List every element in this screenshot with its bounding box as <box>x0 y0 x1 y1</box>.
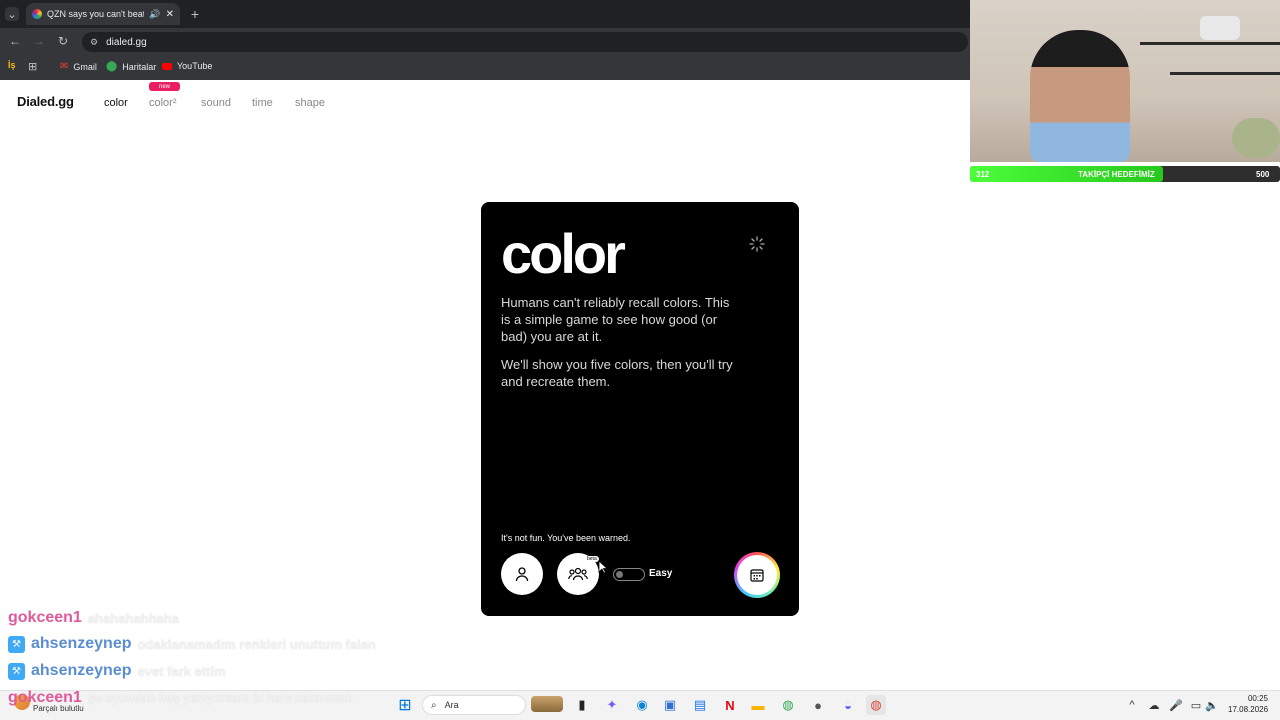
site-info-icon[interactable]: ⚙ <box>90 37 98 48</box>
nav-color-squared[interactable]: color² <box>149 97 177 109</box>
youtube-icon <box>162 62 172 70</box>
nav-color[interactable]: color <box>104 97 128 109</box>
follower-goal-label: TAKİPÇİ HEDEFİMİZ <box>1078 170 1155 179</box>
follower-goal-target: 500 <box>1256 170 1270 179</box>
chat-message: gokceen1 şu oyundan hoş yeniyorsam bi ke… <box>8 686 353 710</box>
start-menu-icon[interactable]: ⊞ <box>395 695 415 715</box>
follower-goal-bar: 312 TAKİPÇİ HEDEFİMİZ 500 <box>970 166 1280 182</box>
nav-sound[interactable]: sound <box>201 97 231 109</box>
netflix-icon[interactable]: N <box>720 695 740 715</box>
volume-icon[interactable]: 🔈 <box>1202 695 1222 715</box>
search-highlight-icon[interactable] <box>531 696 563 712</box>
bookmark-maps[interactable]: ⬤ Haritalar <box>106 61 156 72</box>
plush-toy <box>1232 118 1280 158</box>
speaker-icon[interactable]: 🔊 <box>149 9 160 20</box>
bookmark-label: Gmail <box>73 61 97 72</box>
calendar-icon <box>750 569 764 582</box>
store-icon[interactable]: ▣ <box>660 695 680 715</box>
browser-tab[interactable]: QZN says you can't beat 4 🔊 ✕ <box>26 3 180 25</box>
obs-icon[interactable]: ● <box>808 695 828 715</box>
reload-icon[interactable]: ↻ <box>56 34 70 48</box>
bookmark-youtube[interactable]: YouTube <box>162 61 212 71</box>
clock-date[interactable]: 17.08.2026 <box>1228 705 1268 714</box>
new-badge: new <box>149 82 180 91</box>
instructions-paragraph: We'll show you five colors, then you'll … <box>501 357 733 389</box>
microphone-icon[interactable]: 🎤 <box>1166 695 1186 715</box>
workspace-label[interactable]: İş <box>8 60 16 70</box>
chrome-profile-icon[interactable]: ◍ <box>778 695 798 715</box>
gmail-icon: ✉ <box>60 61 69 72</box>
person-icon <box>515 567 529 582</box>
chrome-icon[interactable]: ◍ <box>866 695 886 715</box>
warning-text: It's not fun. You've been warned. <box>501 533 631 543</box>
solo-play-button[interactable] <box>501 553 543 595</box>
edge-icon[interactable]: ◉ <box>632 695 652 715</box>
follower-current: 312 <box>976 170 990 179</box>
bookmark-label: Haritalar <box>122 61 157 72</box>
url-text: dialed.gg <box>106 36 147 48</box>
search-placeholder: Ara <box>444 700 459 710</box>
mouse-cursor-icon <box>598 560 609 574</box>
chat-message: ⚒ ahsenzeynep odaklanamadım renkleri unu… <box>8 632 376 656</box>
apps-grid-icon[interactable]: ⊞ <box>28 60 37 73</box>
tab-title: QZN says you can't beat 4 <box>47 9 145 19</box>
chat-text: odaklanamadım renkleri unuttum falan <box>137 636 376 652</box>
game-card: color Humans can't reliably recall color… <box>481 202 799 616</box>
tray-overflow-icon[interactable]: ^ <box>1122 695 1142 715</box>
difficulty-label: Easy <box>649 568 673 579</box>
game-title: color <box>501 222 626 285</box>
copilot-icon[interactable]: ✦ <box>602 695 622 715</box>
task-view-icon[interactable]: ▮ <box>572 695 592 715</box>
back-icon[interactable]: ← <box>8 34 22 48</box>
nav-time[interactable]: time <box>252 97 273 109</box>
chat-text: ahahahahhaha <box>87 610 179 626</box>
intro-paragraph: Humans can't reliably recall colors. Thi… <box>501 295 730 344</box>
streamer-figure <box>1030 30 1130 162</box>
tab-search-icon[interactable]: ⌄ <box>5 7 19 21</box>
discord-icon[interactable]: ◒ <box>838 695 858 715</box>
address-bar[interactable]: ⚙ dialed.gg <box>82 32 968 52</box>
subscriber-badge-icon: ⚒ <box>8 662 25 680</box>
daily-challenge-button[interactable] <box>734 552 780 598</box>
file-explorer-icon[interactable]: ▬ <box>748 695 768 715</box>
clock-time[interactable]: 00:25 <box>1238 694 1268 703</box>
chat-username: ahsenzeynep <box>31 662 132 679</box>
taskbar-search[interactable]: ⌕ Ara <box>422 695 526 715</box>
search-icon: ⌕ <box>431 699 437 711</box>
group-icon <box>568 567 588 581</box>
chat-message: ⚒ ahsenzeynep evet fark ettim <box>8 659 226 683</box>
browser-tab-strip: ⌄ QZN says you can't beat 4 🔊 ✕ + <box>0 0 970 28</box>
toggle-knob <box>616 571 623 578</box>
maps-pin-icon: ⬤ <box>106 61 118 72</box>
chat-username: gokceen1 <box>8 689 82 706</box>
figurine <box>1200 16 1240 40</box>
bookmark-label: YouTube <box>177 61 213 71</box>
subscriber-badge-icon: ⚒ <box>8 635 25 653</box>
tab-favicon-icon <box>32 9 42 19</box>
close-tab-icon[interactable]: ✕ <box>166 9 174 20</box>
chat-text: evet fark ettim <box>137 663 226 679</box>
chat-text: şu oyundan hoş yeniyorsam bi kere kazanm… <box>87 691 353 705</box>
chat-username: gokceen1 <box>8 609 82 626</box>
bookmark-gmail[interactable]: ✉ Gmail <box>60 61 97 72</box>
chat-username: ahsenzeynep <box>31 635 132 652</box>
chat-message: gokceen1 ahahahahhaha <box>8 606 179 630</box>
shelf <box>1140 42 1280 45</box>
nav-shape[interactable]: shape <box>295 97 325 109</box>
beta-badge: beta <box>585 556 599 562</box>
terminal-icon[interactable]: ▤ <box>690 695 710 715</box>
loading-spinner-icon <box>749 236 765 252</box>
new-tab-icon[interactable]: + <box>188 6 202 22</box>
onedrive-icon[interactable]: ☁ <box>1144 695 1164 715</box>
site-logo[interactable]: Dialed.gg <box>17 94 74 109</box>
forward-icon[interactable]: → <box>32 34 46 48</box>
shelf <box>1170 72 1280 75</box>
difficulty-toggle[interactable] <box>613 568 645 581</box>
